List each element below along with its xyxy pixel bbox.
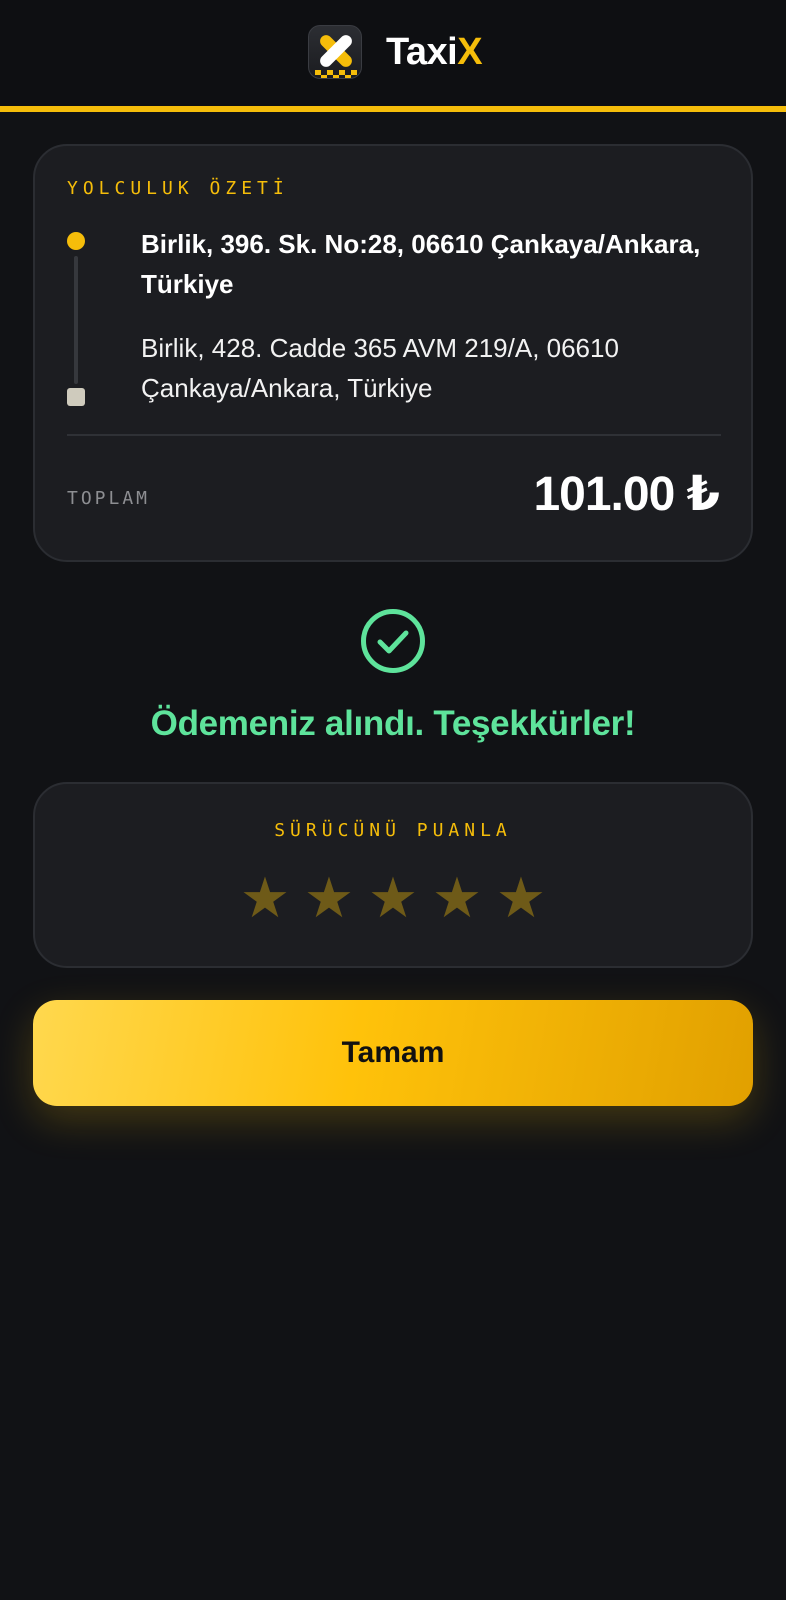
brand: TaxiX bbox=[308, 24, 483, 80]
star-1-icon[interactable]: ★ bbox=[239, 870, 291, 926]
brand-name-main: Taxi bbox=[386, 31, 458, 73]
app-header: TaxiX bbox=[0, 0, 786, 112]
total-label: TOPLAM bbox=[67, 488, 151, 509]
brand-name-accent: X bbox=[457, 31, 483, 73]
pickup-address: Birlik, 396. Sk. No:28, 06610 Çankaya/An… bbox=[141, 229, 701, 299]
ok-button[interactable]: Tamam bbox=[33, 1000, 753, 1106]
route-line bbox=[74, 256, 78, 384]
star-rating: ★ ★ ★ ★ ★ bbox=[35, 870, 751, 926]
brand-name: TaxiX bbox=[386, 24, 483, 80]
payment-success-message: Ödemeniz alındı. Teşekkürler! bbox=[150, 704, 636, 743]
rate-driver-label: SÜRÜCÜNÜ PUANLA bbox=[274, 820, 512, 841]
summary-divider bbox=[67, 434, 721, 436]
rate-driver-card: SÜRÜCÜNÜ PUANLA ★ ★ ★ ★ ★ bbox=[33, 782, 753, 968]
star-4-icon[interactable]: ★ bbox=[431, 870, 483, 926]
dropoff-address: Birlik, 428. Cadde 365 AVM 219/A, 06610 … bbox=[141, 333, 619, 403]
ride-summary-card: YOLCULUK ÖZETİ Birlik, 396. Sk. No:28, 0… bbox=[33, 144, 753, 562]
pickup-dot-icon bbox=[67, 232, 85, 250]
check-circle-icon bbox=[360, 608, 426, 674]
dropoff-square-icon bbox=[67, 388, 85, 406]
ride-summary-label: YOLCULUK ÖZETİ bbox=[67, 178, 289, 199]
total-amount: 101.00 ₺ bbox=[533, 468, 720, 521]
star-5-icon[interactable]: ★ bbox=[495, 870, 547, 926]
taxi-x-logo-icon bbox=[308, 25, 362, 79]
star-3-icon[interactable]: ★ bbox=[367, 870, 419, 926]
star-2-icon[interactable]: ★ bbox=[303, 870, 355, 926]
